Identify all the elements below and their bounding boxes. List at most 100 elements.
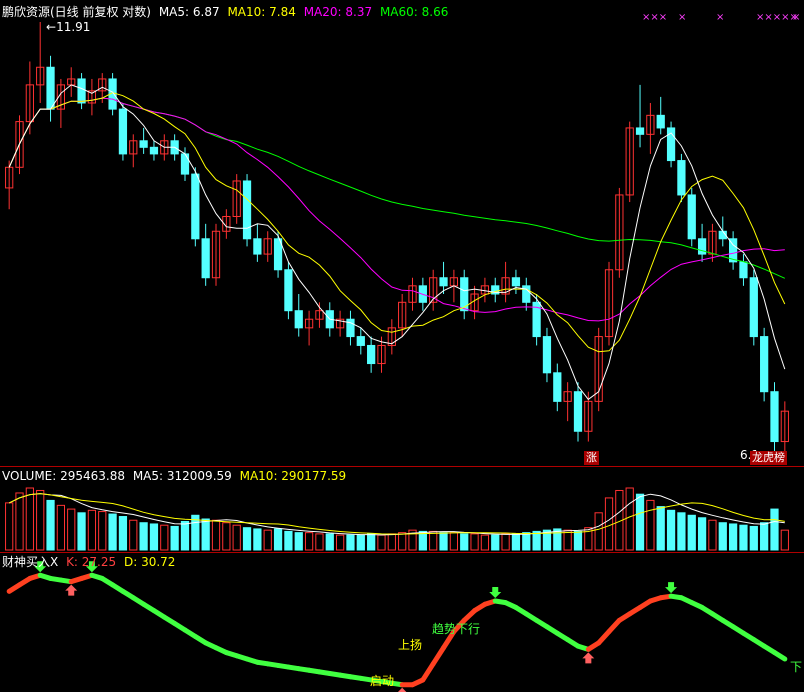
volume-bar [387, 533, 396, 551]
volume-bar [418, 530, 427, 551]
candle-body [294, 310, 303, 329]
candle-body [687, 194, 696, 240]
candle-body [542, 336, 552, 374]
volume-bar [346, 534, 355, 551]
top-list-tag[interactable]: 龙虎榜 [750, 451, 787, 465]
volume-bar [770, 508, 779, 551]
candle-body [77, 78, 86, 104]
volume-bar [87, 509, 97, 551]
candle-body [760, 336, 769, 393]
ma10-label: MA10: 7.84 [227, 5, 296, 19]
volume-bar [170, 525, 179, 551]
indicator-chart[interactable] [0, 552, 804, 692]
volume-bar [429, 530, 438, 551]
buy-arrow-icon [397, 687, 407, 692]
trend-down-label: 趋势下行 [432, 622, 481, 636]
candlestick-chart[interactable] [0, 0, 804, 466]
candle-body [284, 269, 293, 312]
volume-bar [325, 533, 334, 551]
volume-bar [594, 512, 603, 551]
volume-bar [191, 514, 200, 551]
volume-bar [728, 523, 738, 551]
volume-bar [439, 532, 448, 551]
volume-bar [708, 519, 717, 551]
candle-body [439, 277, 448, 287]
high-price-label: ←11.91 [46, 20, 91, 34]
volume-bar [491, 534, 500, 551]
stock-title: 鹏欣资源(日线 前复权 对数) [2, 5, 151, 19]
volume-bar [398, 532, 407, 551]
volume-bar [501, 533, 510, 551]
x-marks-1: ××× [642, 12, 668, 23]
volume-bar [15, 492, 24, 551]
indicator-k: K: 27.25 [66, 555, 117, 569]
indicator-d: D: 30.72 [123, 555, 176, 569]
zhang-tag[interactable]: 涨 [584, 451, 599, 465]
indicator-name: 财神买入X [2, 555, 59, 569]
volume-label: VOLUME: 295463.88 [2, 469, 125, 483]
volume-bar [284, 530, 293, 551]
candle-body [180, 153, 190, 175]
volume-bar [656, 506, 665, 551]
candle-body [367, 344, 376, 365]
volume-bar [780, 529, 789, 551]
candle-body [356, 336, 365, 346]
volume-bar [5, 502, 14, 551]
ma20-label: MA20: 8.37 [303, 5, 373, 19]
volume-bar [573, 530, 583, 551]
volume-bar [739, 524, 748, 551]
volume-bar [635, 493, 645, 551]
volume-bar [242, 527, 252, 551]
volume-bar [294, 532, 303, 551]
candle-body [253, 238, 262, 255]
volume-bar [522, 532, 531, 551]
price-panel[interactable]: 鹏欣资源(日线 前复权 对数) MA5: 6.87 MA10: 7.84 MA2… [0, 0, 804, 466]
candle-body [553, 372, 562, 402]
qidong-label: 启动 [370, 674, 395, 688]
volume-bar [67, 508, 76, 551]
volume-bar [377, 534, 386, 551]
buy-arrow-icon [582, 652, 595, 664]
candle-body [201, 238, 210, 279]
indicator-panel[interactable]: 财神买入X K: 27.25 D: 30.72 启动 上扬 趋势下行 下 [0, 552, 804, 692]
sell-arrow-icon [665, 582, 678, 594]
volume-bar [749, 525, 758, 551]
indicator-k-segment [771, 650, 788, 662]
volume-ma5-label: MA5: 312009.59 [132, 469, 232, 483]
volume-panel[interactable]: VOLUME: 295463.88 MA5: 312009.59 MA10: 2… [0, 466, 804, 552]
volume-bar [46, 499, 55, 551]
candle-body [635, 127, 645, 135]
volume-bar [304, 532, 314, 551]
volume-bar [149, 523, 159, 551]
volume-bar [253, 528, 262, 551]
volume-bar [480, 534, 490, 551]
volume-bar [180, 520, 190, 551]
volume-bar [718, 522, 727, 551]
volume-bar [760, 522, 769, 551]
shangyang-label: 上扬 [398, 638, 423, 652]
volume-bar [201, 518, 210, 551]
volume-bar [222, 522, 231, 551]
price-header: 鹏欣资源(日线 前复权 对数) MA5: 6.87 MA10: 7.84 MA2… [2, 3, 452, 20]
volume-bar [677, 512, 686, 551]
volume-bar [666, 509, 676, 551]
candle-body [46, 66, 55, 110]
candle-body [242, 180, 252, 240]
ma5-label: MA5: 6.87 [158, 5, 220, 19]
volume-bar [129, 519, 138, 551]
volume-bar [211, 519, 221, 551]
volume-bar [470, 533, 479, 551]
high-price-value: 11.91 [56, 20, 91, 34]
volume-bar [118, 516, 128, 551]
volume-bar [56, 504, 66, 551]
volume-bar [315, 533, 324, 551]
volume-ma10-label: MA10: 290177.59 [239, 469, 347, 483]
volume-header: VOLUME: 295463.88 MA5: 312009.59 MA10: 2… [2, 469, 350, 483]
ma60-label: MA60: 8.66 [379, 5, 449, 19]
x-marks-2: × [678, 12, 687, 23]
indicator-k-segment [420, 661, 436, 683]
candle-body [191, 173, 200, 240]
volume-bar [77, 512, 86, 551]
volume-bar [263, 529, 272, 551]
candle-body [749, 277, 758, 338]
